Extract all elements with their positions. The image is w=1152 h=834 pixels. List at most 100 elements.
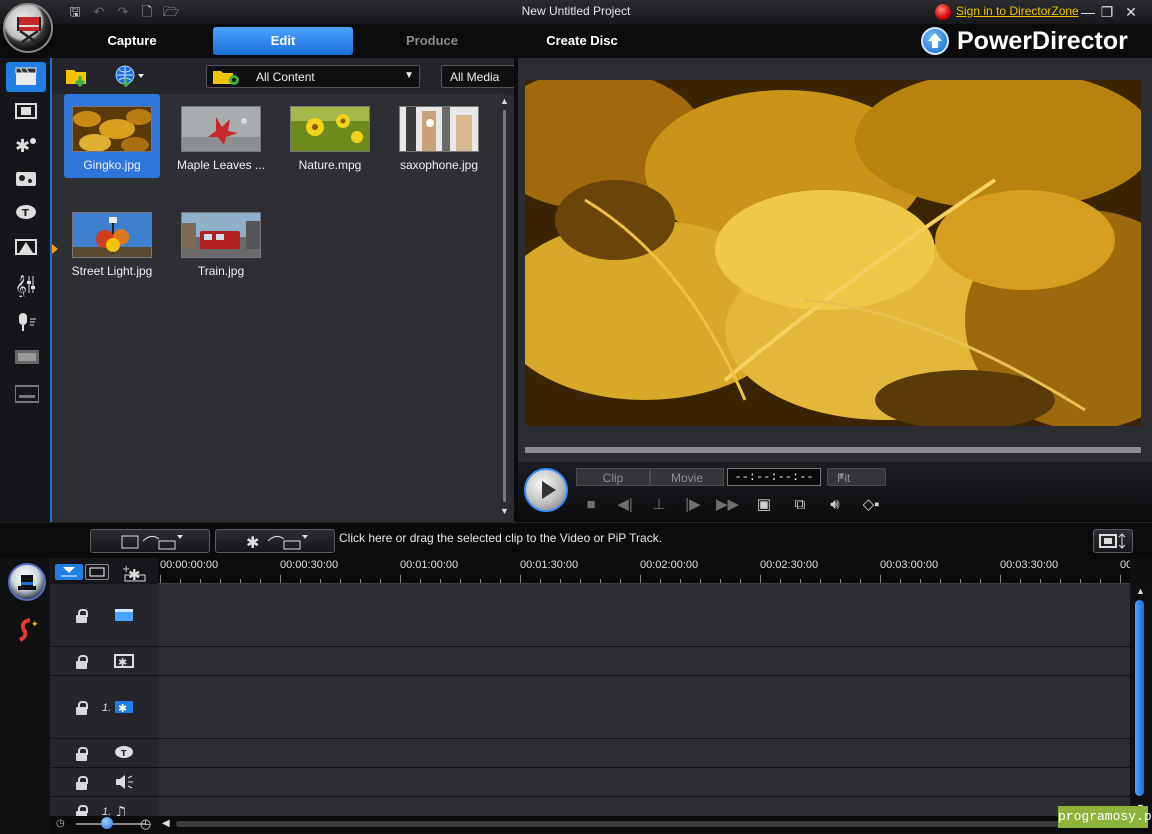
effect-room-button[interactable] <box>6 96 46 126</box>
zoom-fit-dropdown[interactable]: Fit ▼ <box>827 468 886 486</box>
media-room-button[interactable] <box>6 62 46 92</box>
lock-icon[interactable] <box>76 609 88 625</box>
media-item[interactable]: Street Light.jpg <box>64 200 160 284</box>
pip-objects-room-button[interactable]: ✱ <box>6 130 46 160</box>
zoom-slider-knob[interactable] <box>101 817 113 829</box>
ruler-tick <box>700 579 701 583</box>
previous-frame-icon[interactable]: ◀| <box>614 496 636 514</box>
content-filter-dropdown[interactable]: All Content ▼ <box>206 65 420 88</box>
subtitle-room-button[interactable] <box>6 378 46 408</box>
lock-icon[interactable] <box>76 655 88 671</box>
volume-icon[interactable]: 🔊︎ <box>824 496 846 514</box>
track-manager-button[interactable]: ✱ + <box>122 564 146 584</box>
magic-movie-button[interactable] <box>8 563 46 601</box>
audio-mixing-room-button[interactable]: 𝄞 <box>6 268 46 298</box>
app-logo[interactable] <box>3 3 53 53</box>
voice-over-room-button[interactable] <box>6 306 46 336</box>
track-header <box>50 739 158 768</box>
tab-produce[interactable]: Produce <box>362 27 502 55</box>
scroll-up-icon[interactable]: ▲ <box>1136 586 1145 596</box>
ruler-tick <box>200 579 201 583</box>
svg-text:𝄞: 𝄞 <box>15 274 27 297</box>
media-name: Gingko.jpg <box>83 158 141 172</box>
ruler-tick <box>360 579 361 583</box>
svg-text:✱: ✱ <box>118 702 127 715</box>
tab-edit[interactable]: Edit <box>213 27 353 55</box>
ruler-tick <box>740 579 741 583</box>
transition-room-button[interactable] <box>6 232 46 262</box>
stop-icon[interactable]: ■ <box>580 496 602 514</box>
chapter-room-button[interactable] <box>6 342 46 372</box>
timecode-field[interactable]: --:--:--:-- <box>727 468 821 486</box>
signin-link[interactable]: Sign in to DirectorZone <box>935 4 1079 20</box>
chevron-down-icon: ▼ <box>837 471 846 481</box>
download-media-button[interactable] <box>114 64 148 88</box>
ruler-tick <box>520 575 521 583</box>
tab-capture[interactable]: Capture <box>62 27 202 55</box>
track-lane[interactable] <box>158 768 1130 797</box>
track-lane[interactable] <box>158 676 1130 739</box>
tab-create-disc[interactable]: Create Disc <box>512 27 652 55</box>
track-lane[interactable] <box>158 797 1130 816</box>
ruler-tick <box>620 579 621 583</box>
media-thumbnail <box>181 106 261 152</box>
scroll-left-icon[interactable]: ◀ <box>162 818 170 829</box>
preview-seek-bar[interactable] <box>525 447 1141 453</box>
next-frame-icon[interactable]: |▶ <box>682 496 704 514</box>
media-type-filter[interactable]: All Media <box>441 65 514 88</box>
lock-icon[interactable] <box>76 701 88 717</box>
scroll-down-icon[interactable]: ▼ <box>500 506 509 516</box>
library-scrollbar[interactable]: ▲ ▼ <box>498 94 512 518</box>
media-item[interactable]: Train.jpg <box>173 200 269 284</box>
close-button[interactable]: ✕ <box>1122 4 1140 20</box>
ruler-tick <box>1040 579 1041 583</box>
insert-to-pip-track-button[interactable]: ✱ <box>215 529 335 553</box>
import-media-button[interactable] <box>64 64 96 88</box>
fast-forward-icon[interactable]: ▶▶ <box>716 496 739 514</box>
split-icon[interactable]: ⊥ <box>648 496 670 514</box>
maximize-button[interactable]: ❐ <box>1098 4 1116 20</box>
timeline-scroll-thumb[interactable] <box>1135 600 1144 796</box>
timeline-view-button[interactable] <box>55 564 83 580</box>
zoom-out-icon[interactable]: ◷ <box>56 818 65 829</box>
fit-timeline-button[interactable] <box>1093 529 1133 553</box>
zoom-in-icon[interactable]: ◷ <box>140 816 151 832</box>
timeline-vertical-scrollbar[interactable]: ▲ ▼ <box>1130 584 1152 816</box>
title-room-button[interactable]: T <box>6 198 46 228</box>
media-item[interactable]: Nature.mpg <box>282 94 378 178</box>
brand-logo[interactable]: PowerDirector <box>921 26 1128 56</box>
magic-style-button[interactable]: ✦ <box>16 616 40 644</box>
media-item[interactable]: Gingko.jpg <box>64 94 160 178</box>
track-number: 1. <box>102 702 112 714</box>
media-item[interactable]: Maple Leaves ... <box>173 94 269 178</box>
scroll-up-icon[interactable]: ▲ <box>500 96 509 106</box>
track-header <box>50 647 158 676</box>
play-button[interactable] <box>524 468 568 512</box>
display-options-icon[interactable]: ◇▪ <box>860 496 882 514</box>
track-lane[interactable] <box>158 584 1130 647</box>
movie-mode-button[interactable]: Movie <box>650 468 724 486</box>
lock-icon[interactable] <box>76 776 88 792</box>
preview-window-icon[interactable]: ⧉ <box>789 496 811 514</box>
timeline-view-icon <box>61 567 77 577</box>
media-item[interactable]: saxophone.jpg <box>391 94 487 178</box>
track-lane[interactable] <box>158 739 1130 768</box>
insert-to-video-track-button[interactable] <box>90 529 210 553</box>
track-area[interactable] <box>158 584 1130 816</box>
particle-room-button[interactable] <box>6 164 46 194</box>
ruler-tick <box>900 579 901 583</box>
title-track-icon: T <box>114 745 134 761</box>
track-lane[interactable] <box>158 647 1130 676</box>
ruler-tick <box>820 579 821 583</box>
timeline-horizontal-scrollbar[interactable] <box>176 821 1136 827</box>
snapshot-icon[interactable]: ▣ <box>753 496 775 514</box>
library-expand-marker[interactable] <box>52 244 58 254</box>
ruler-tick <box>980 579 981 583</box>
library-scroll-track[interactable] <box>503 110 506 502</box>
storyboard-view-button[interactable] <box>85 564 109 580</box>
ruler-tick <box>920 579 921 583</box>
clip-mode-button[interactable]: Clip <box>576 468 650 486</box>
minimize-button[interactable]: — <box>1079 4 1097 20</box>
lock-icon[interactable] <box>76 747 88 763</box>
timeline-ruler[interactable]: 00:00:00:00 00:00:30:00 00:01:00:00 00:01:3… <box>158 558 1130 584</box>
